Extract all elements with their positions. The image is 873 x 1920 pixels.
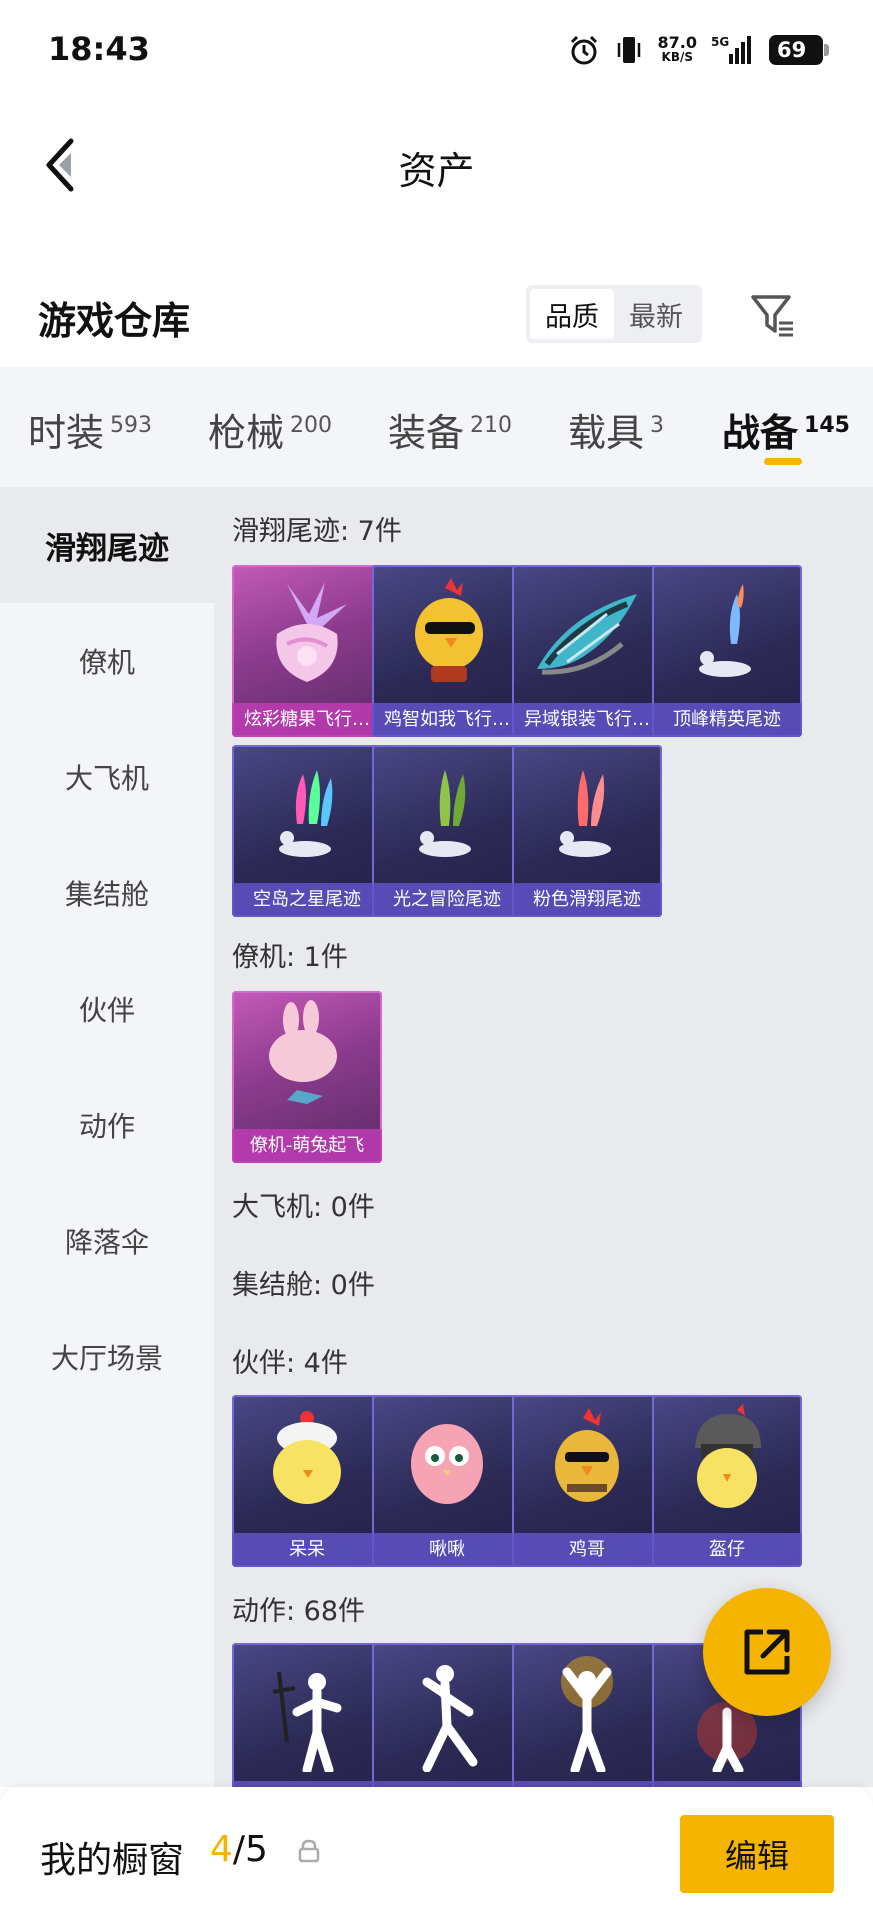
item-label: 鸡智如我飞行… bbox=[372, 703, 522, 737]
item-label: 粉色滑翔尾迹 bbox=[512, 883, 662, 917]
item-card[interactable]: 呆呆 bbox=[232, 1395, 382, 1567]
section-title-glide-trail: 滑翔尾迹: 7件 bbox=[232, 516, 402, 547]
sidebar-item-wingman[interactable]: 僚机 bbox=[0, 603, 214, 719]
chicken-icon bbox=[372, 565, 522, 703]
item-label: 光之冒险尾迹 bbox=[372, 883, 522, 917]
item-label: 炫彩糖果飞行… bbox=[232, 703, 382, 737]
sidebar-item-assembly-pod[interactable]: 集结舱 bbox=[0, 835, 214, 951]
sidebar-item-lobby-scene[interactable]: 大厅场景 bbox=[0, 1299, 214, 1415]
tab-guns[interactable]: 枪械 200 bbox=[208, 402, 332, 457]
item-card[interactable]: 鸡哥 bbox=[512, 1395, 662, 1567]
lock-icon bbox=[298, 1839, 320, 1863]
signal-icon: 5G bbox=[711, 35, 751, 64]
active-tab-indicator bbox=[764, 458, 802, 465]
section-title-assembly-pod: 集结舱: 0件 bbox=[232, 1270, 375, 1301]
dancer-icon bbox=[232, 1643, 382, 1781]
sort-quality[interactable]: 品质 bbox=[530, 289, 614, 339]
sidebar-item-glide-trail[interactable]: 滑翔尾迹 bbox=[0, 487, 214, 603]
item-card[interactable]: 啾啾 bbox=[372, 1395, 522, 1567]
item-card[interactable]: 盔仔 bbox=[652, 1395, 802, 1567]
item-label: 啾啾 bbox=[372, 1533, 522, 1567]
category-tabs: 时装 593 枪械 200 装备 210 载具 3 战备 145 bbox=[0, 367, 873, 487]
tab-equipment[interactable]: 装备 210 bbox=[388, 402, 512, 457]
share-button[interactable] bbox=[703, 1588, 831, 1716]
item-card[interactable]: 顶峰精英尾迹 bbox=[652, 565, 802, 737]
helmet-chick-icon bbox=[652, 1395, 802, 1533]
battery-indicator: 69 bbox=[769, 35, 829, 65]
item-label: 异域银装飞行… bbox=[512, 703, 662, 737]
item-card[interactable]: 空岛之星尾迹 bbox=[232, 745, 382, 917]
wing-glider-icon bbox=[512, 565, 662, 703]
tab-vehicles[interactable]: 载具 3 bbox=[568, 402, 664, 457]
status-bar: 18:43 87.0 KB/S 5G 69 bbox=[0, 0, 873, 100]
tab-readiness[interactable]: 战备 145 bbox=[722, 402, 850, 457]
sidebar-item-companion[interactable]: 伙伴 bbox=[0, 951, 214, 1067]
item-card[interactable]: 异域银装飞行… bbox=[512, 565, 662, 737]
item-card[interactable]: 光之冒险尾迹 bbox=[372, 745, 522, 917]
item-card[interactable] bbox=[232, 1643, 382, 1787]
status-icons: 87.0 KB/S 5G 69 bbox=[568, 30, 829, 70]
status-time: 18:43 bbox=[48, 30, 150, 68]
item-label: 僚机-萌兔起飞 bbox=[232, 1129, 382, 1163]
dancer-icon bbox=[372, 1643, 522, 1781]
sort-toggle: 品质 最新 bbox=[526, 285, 702, 343]
item-card[interactable] bbox=[512, 1643, 662, 1787]
tab-fashion[interactable]: 时装 593 bbox=[28, 402, 152, 457]
sort-newest[interactable]: 最新 bbox=[614, 289, 698, 339]
item-card[interactable] bbox=[372, 1643, 522, 1787]
page-title: 资产 bbox=[398, 149, 475, 193]
item-card[interactable]: 粉色滑翔尾迹 bbox=[512, 745, 662, 917]
svg-text:5G: 5G bbox=[711, 35, 729, 49]
smoke-trail-icon bbox=[232, 745, 382, 883]
smoke-trail-icon bbox=[372, 745, 522, 883]
smoke-trail-icon bbox=[512, 745, 662, 883]
pink-bird-icon bbox=[372, 1395, 522, 1533]
vibrate-icon bbox=[617, 37, 640, 63]
sidebar-item-emote[interactable]: 动作 bbox=[0, 1067, 214, 1183]
sidebar-item-big-plane[interactable]: 大飞机 bbox=[0, 719, 214, 835]
item-label: 空岛之星尾迹 bbox=[232, 883, 382, 917]
share-icon bbox=[744, 1629, 790, 1675]
section-title-big-plane: 大飞机: 0件 bbox=[232, 1192, 375, 1223]
bottom-bar: 我的橱窗 4/5 编辑 bbox=[0, 1787, 873, 1920]
item-label: 顶峰精英尾迹 bbox=[652, 703, 802, 737]
candy-icon bbox=[232, 565, 382, 703]
edit-button[interactable]: 编辑 bbox=[680, 1815, 834, 1893]
item-label: 呆呆 bbox=[232, 1533, 382, 1567]
smoke-trail-icon bbox=[652, 565, 802, 703]
item-card[interactable]: 鸡智如我飞行… bbox=[372, 565, 522, 737]
sidebar: 滑翔尾迹 僚机 大飞机 集结舱 伙伴 动作 降落伞 大厅场景 bbox=[0, 487, 214, 1787]
filter-icon bbox=[751, 295, 793, 337]
filter-button[interactable] bbox=[745, 287, 801, 343]
showcase-label: 我的橱窗 bbox=[40, 1840, 185, 1881]
network-speed: 87.0 KB/S bbox=[657, 33, 697, 65]
item-label: 鸡哥 bbox=[512, 1533, 662, 1567]
bunny-icon bbox=[232, 991, 382, 1129]
section-title-companion: 伙伴: 4件 bbox=[232, 1348, 348, 1379]
item-card[interactable]: 僚机-萌兔起飞 bbox=[232, 991, 382, 1163]
item-label: 盔仔 bbox=[652, 1533, 802, 1567]
warehouse-header: 游戏仓库 品质 最新 bbox=[0, 265, 873, 365]
section-title-wingman: 僚机: 1件 bbox=[232, 942, 348, 973]
item-card[interactable]: 炫彩糖果飞行… bbox=[232, 565, 382, 737]
chicken-icon bbox=[512, 1395, 662, 1533]
sidebar-item-parachute[interactable]: 降落伞 bbox=[0, 1183, 214, 1299]
warehouse-title: 游戏仓库 bbox=[38, 299, 191, 343]
section-title-emote: 动作: 68件 bbox=[232, 1596, 366, 1627]
dancer-icon bbox=[512, 1643, 662, 1781]
alarm-icon bbox=[570, 35, 597, 65]
nav-bar: 资产 bbox=[0, 100, 873, 230]
showcase-count: 4/5 bbox=[210, 1829, 268, 1870]
chick-icon bbox=[232, 1395, 382, 1533]
